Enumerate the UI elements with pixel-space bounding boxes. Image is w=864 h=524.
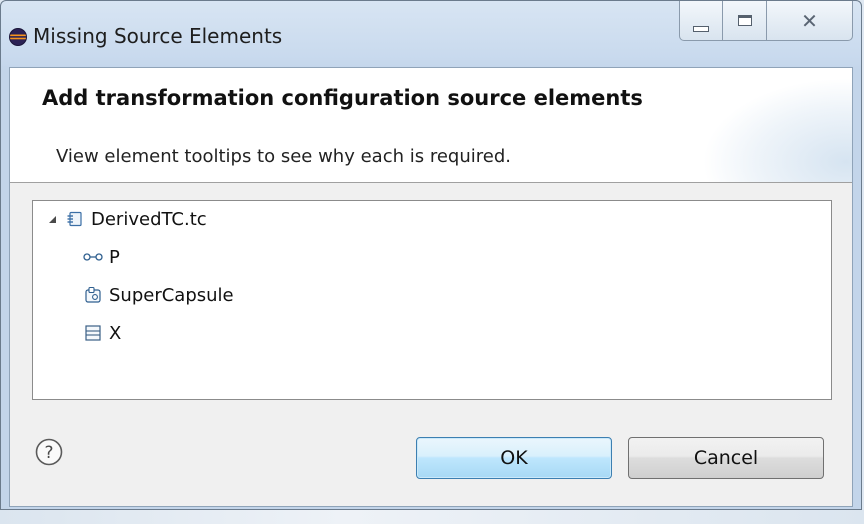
eclipse-app-icon	[9, 28, 27, 46]
tree-item-p[interactable]: P	[83, 243, 120, 271]
header-banner: Add transformation configuration source …	[10, 68, 852, 183]
dialog-content: Add transformation configuration source …	[9, 67, 853, 507]
close-button[interactable]: ✕	[767, 1, 853, 41]
help-button[interactable]: ?	[34, 437, 64, 467]
tree-item-x[interactable]: X	[83, 319, 121, 347]
banner-decoration	[702, 78, 852, 182]
maximize-icon	[737, 15, 752, 26]
window-title: Missing Source Elements	[33, 24, 283, 48]
expand-triangle-icon[interactable]	[47, 214, 57, 224]
help-icon: ?	[35, 438, 63, 466]
capsule-icon	[83, 285, 103, 305]
banner-title: Add transformation configuration source …	[42, 86, 643, 110]
dialog-window: Missing Source Elements ✕ Add transforma…	[0, 0, 862, 510]
tree-item-label: SuperCapsule	[109, 284, 234, 306]
tree-item-label: X	[109, 322, 122, 344]
tree-item-label: P	[109, 246, 120, 268]
window-controls: ✕	[679, 1, 853, 41]
tree-item-supercapsule[interactable]: SuperCapsule	[83, 281, 234, 309]
class-icon	[83, 323, 103, 343]
transformation-config-icon	[65, 209, 85, 229]
minimize-icon	[693, 25, 709, 32]
ok-button[interactable]: OK	[416, 437, 612, 479]
desktop-background	[0, 510, 864, 524]
tree-item-label: DerivedTC.tc	[91, 208, 207, 230]
port-icon	[83, 247, 103, 267]
close-icon: ✕	[801, 8, 818, 33]
source-elements-tree[interactable]: DerivedTC.tc P SuperCapsule X	[32, 200, 832, 400]
title-bar[interactable]: Missing Source Elements ✕	[1, 1, 861, 67]
svg-text:?: ?	[44, 443, 53, 463]
banner-message: View element tooltips to see why each is…	[56, 146, 511, 167]
minimize-button[interactable]	[679, 1, 723, 41]
maximize-button[interactable]	[723, 1, 767, 41]
cancel-button[interactable]: Cancel	[628, 437, 824, 479]
tree-item-root[interactable]: DerivedTC.tc	[47, 205, 207, 233]
